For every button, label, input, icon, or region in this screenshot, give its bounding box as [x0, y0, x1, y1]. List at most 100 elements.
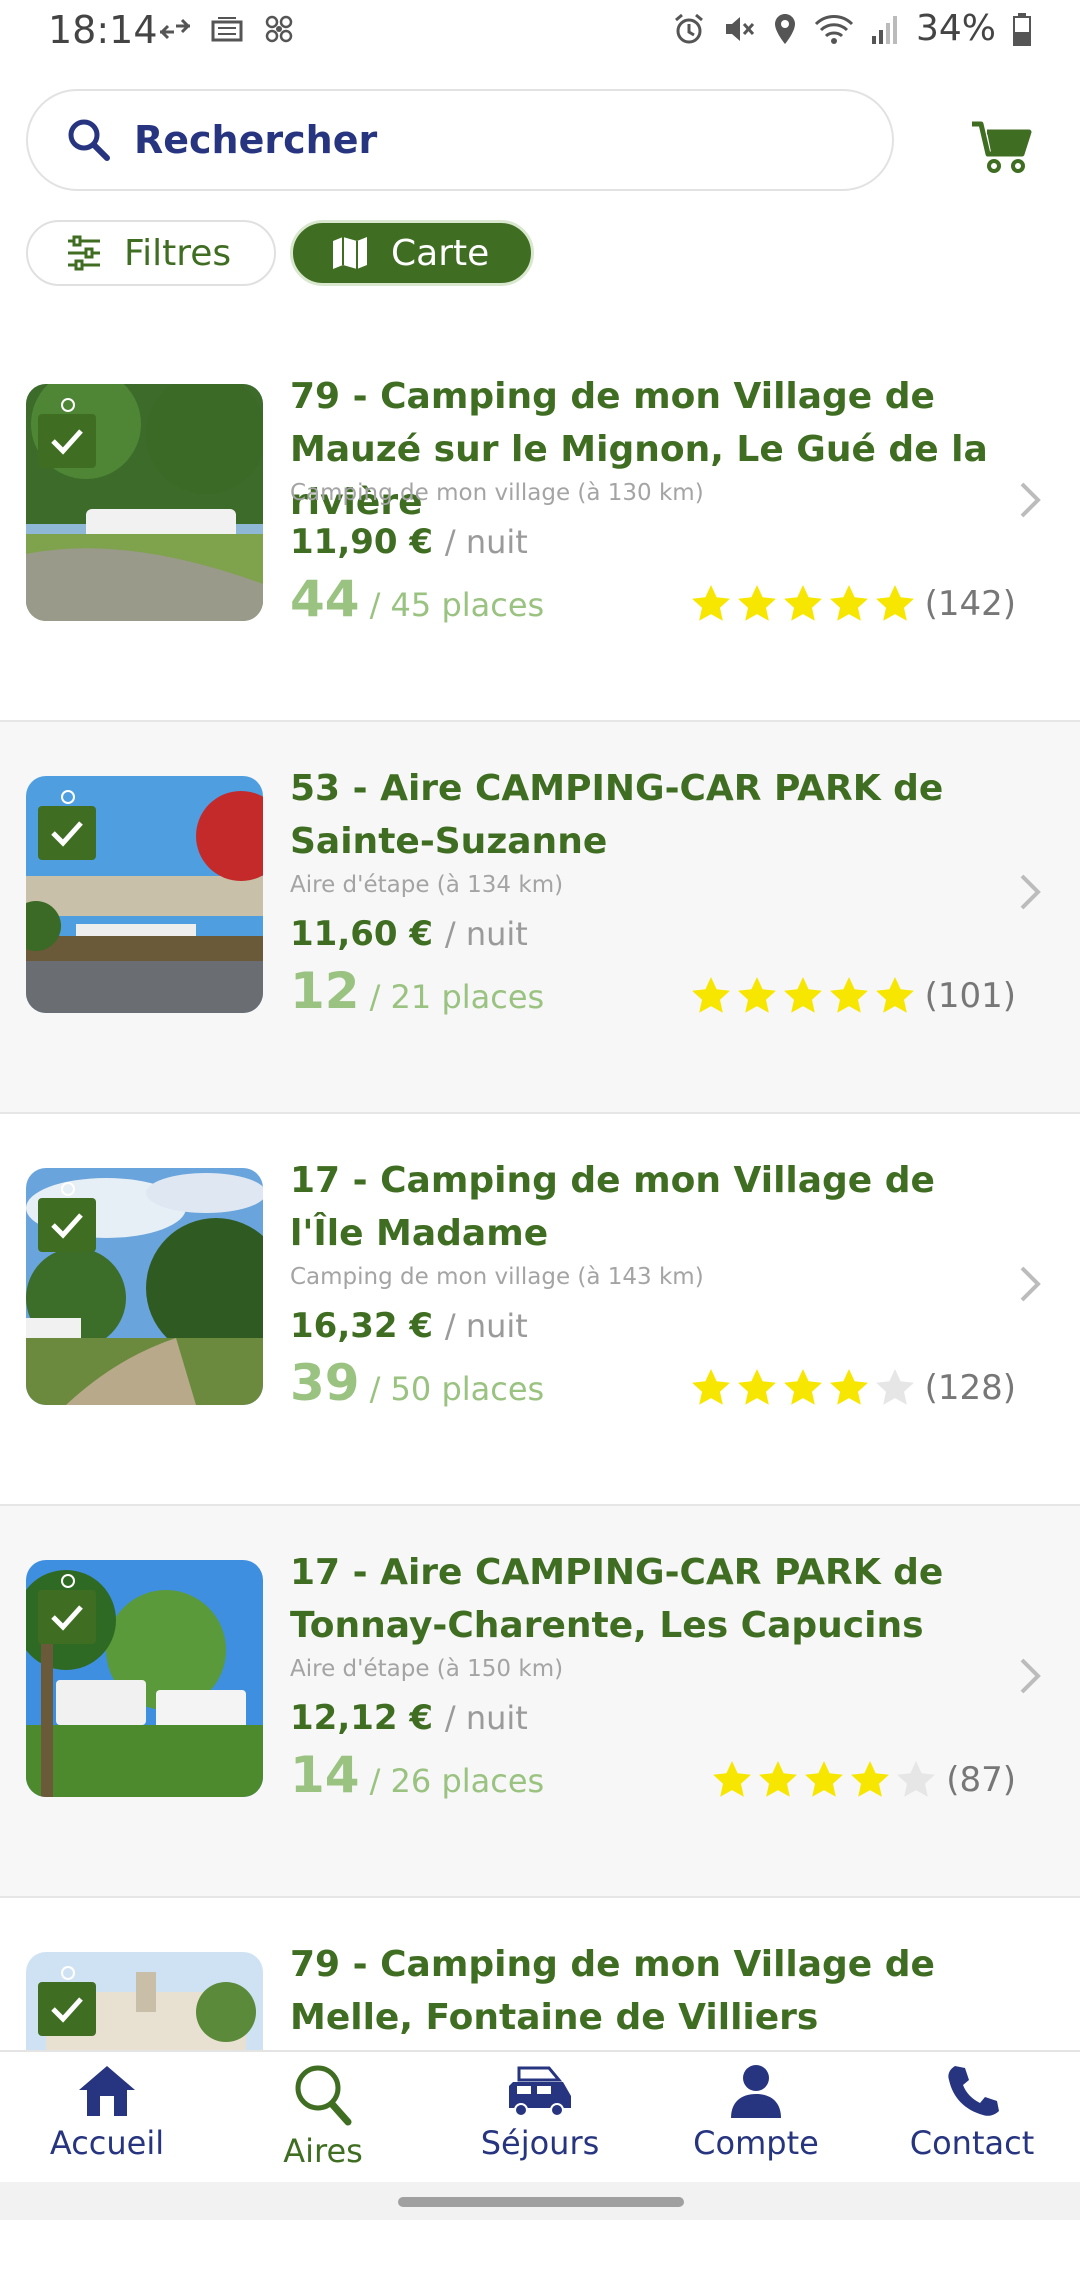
nav-item-accueil[interactable]: Accueil: [17, 2062, 197, 2162]
star-filled-icon: [783, 1369, 822, 1405]
rating: (87): [710, 1758, 1016, 1802]
rating: (128): [689, 1366, 1016, 1410]
listing-photo: [26, 776, 263, 1013]
status-bar: 18:14 34%: [0, 0, 1080, 64]
verified-badge: [38, 1966, 96, 2036]
nav-label: Séjours: [480, 2124, 600, 2162]
star-filled-icon: [759, 1761, 798, 1797]
alarm-icon: [675, 13, 703, 43]
star-filled-icon: [829, 1369, 868, 1405]
chevron-right-icon: [1020, 874, 1041, 910]
star-filled-icon: [829, 977, 868, 1013]
nav-label: Aires: [283, 2132, 363, 2170]
listing-places: 12/ 21 places: [290, 962, 544, 1020]
star-filled-icon: [713, 1761, 752, 1797]
chevron-right-icon: [1020, 1658, 1041, 1694]
listing-item[interactable]: 17 - Camping de mon Village de l'Île Mad…: [0, 1114, 1080, 1506]
user-icon: [731, 2065, 781, 2118]
listing-photo: [26, 1560, 263, 1797]
cart-icon[interactable]: [970, 118, 1034, 176]
listing-item[interactable]: 79 - Camping de mon Village de Mauzé sur…: [0, 330, 1080, 722]
search-icon: [295, 2065, 352, 2126]
verified-badge: [38, 790, 96, 860]
rating: (101): [689, 974, 1016, 1018]
review-count: (87): [946, 1760, 1016, 1800]
star-filled-icon: [691, 1369, 730, 1405]
listing-title: 17 - Aire CAMPING-CAR PARK de Tonnay-Cha…: [290, 1552, 944, 1646]
star-filled-icon: [691, 977, 730, 1013]
price-unit: / nuit: [444, 915, 528, 953]
star-filled-icon: [875, 585, 914, 621]
star-empty-icon: [897, 1761, 936, 1797]
rating-stars: [710, 1758, 938, 1802]
places-total: / 21 places: [369, 978, 545, 1016]
star-filled-icon: [737, 1369, 776, 1405]
listing-price: 16,32 € / nuit: [290, 1306, 528, 1346]
map-button[interactable]: Carte: [290, 220, 534, 286]
price-value: 12,12 €: [290, 1698, 434, 1738]
places-total: / 45 places: [369, 586, 545, 624]
price-value: 11,60 €: [290, 914, 434, 954]
places-total: / 50 places: [369, 1370, 545, 1408]
rating-stars: [689, 582, 917, 626]
rating: (142): [689, 582, 1016, 626]
verified-badge: [38, 1182, 96, 1252]
check-icon: [51, 1605, 83, 1631]
rating-stars: [689, 974, 917, 1018]
price-unit: / nuit: [444, 1699, 528, 1737]
search-input[interactable]: Rechercher: [26, 89, 894, 191]
listing-item[interactable]: 17 - Aire CAMPING-CAR PARK de Tonnay-Cha…: [0, 1506, 1080, 1898]
listing-item[interactable]: 53 - Aire CAMPING-CAR PARK de Sainte-Suz…: [0, 722, 1080, 1114]
listing-places: 39/ 50 places: [290, 1354, 544, 1412]
nav-label: Contact: [909, 2124, 1035, 2162]
listing-subtitle: Camping de mon village (à 143 km): [290, 1264, 704, 1290]
listing-places: 44/ 45 places: [290, 570, 544, 628]
price-unit: / nuit: [444, 523, 528, 561]
star-filled-icon: [851, 1761, 890, 1797]
listing-price: 12,12 € / nuit: [290, 1698, 528, 1738]
places-available: 14: [290, 1746, 360, 1804]
check-icon: [51, 821, 83, 847]
listing-price: 11,90 € / nuit: [290, 522, 528, 562]
star-filled-icon: [783, 977, 822, 1013]
star-filled-icon: [783, 585, 822, 621]
review-count: (128): [924, 1368, 1016, 1408]
filters-label: Filtres: [124, 232, 232, 274]
mute-icon: [725, 16, 755, 41]
star-filled-icon: [737, 977, 776, 1013]
filters-button[interactable]: Filtres: [26, 220, 276, 286]
listing-subtitle: Camping de mon village (à 130 km): [290, 480, 704, 506]
listing-photo: [26, 384, 263, 621]
star-filled-icon: [737, 585, 776, 621]
listing-subtitle: Aire d'étape (à 134 km): [290, 872, 564, 898]
home-indicator[interactable]: [398, 2197, 684, 2207]
nav-label: Accueil: [49, 2124, 165, 2162]
fan-icon: [265, 15, 293, 43]
map-icon: [333, 237, 367, 269]
data-saver-icon: [159, 18, 191, 40]
home-icon: [79, 2066, 135, 2116]
search-icon: [68, 119, 110, 161]
map-label: Carte: [391, 232, 490, 274]
listing-price: 11,60 € / nuit: [290, 914, 528, 954]
nav-item-contact[interactable]: Contact: [882, 2062, 1062, 2162]
places-available: 39: [290, 1354, 360, 1412]
check-icon: [51, 429, 83, 455]
nav-item-compte[interactable]: Compte: [666, 2062, 846, 2162]
check-icon: [51, 1213, 83, 1239]
nav-item-sejours[interactable]: Séjours: [450, 2062, 630, 2162]
verified-badge: [38, 1574, 96, 1644]
location-icon: [774, 13, 795, 44]
nav-item-aires[interactable]: Aires: [233, 2062, 413, 2170]
rating-stars: [689, 1366, 917, 1410]
battery-icon: [1013, 12, 1031, 46]
listing-places: 14/ 26 places: [290, 1746, 544, 1804]
price-value: 16,32 €: [290, 1306, 434, 1346]
sliders-icon: [68, 235, 100, 271]
listing-title: 79 - Camping de mon Village de Melle, Fo…: [290, 1944, 935, 2038]
listing-photo: [26, 1168, 263, 1405]
check-icon: [51, 1997, 83, 2023]
listing-title: 53 - Aire CAMPING-CAR PARK de Sainte-Suz…: [290, 768, 944, 862]
star-filled-icon: [805, 1761, 844, 1797]
star-filled-icon: [691, 585, 730, 621]
